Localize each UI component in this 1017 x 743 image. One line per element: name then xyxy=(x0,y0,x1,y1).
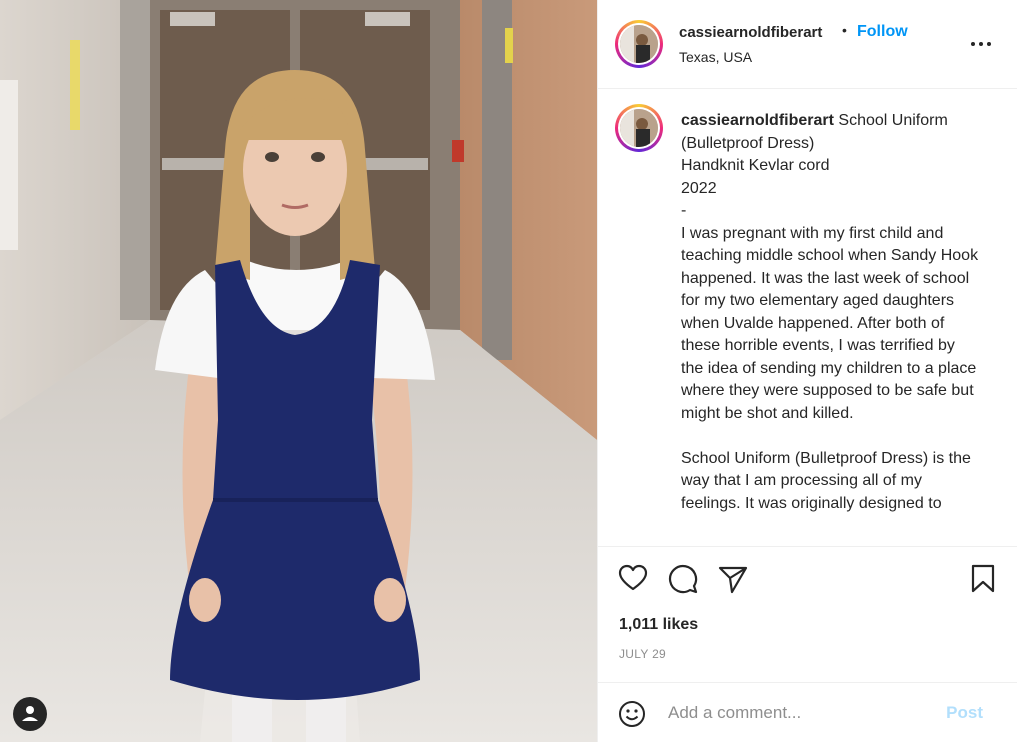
likes-count[interactable]: 1,011 likes xyxy=(619,616,698,634)
follow-button[interactable]: Follow xyxy=(857,23,908,41)
comment-input[interactable]: Add a comment... xyxy=(668,703,801,723)
user-tag-icon[interactable] xyxy=(13,697,47,731)
more-horizontal-icon[interactable] xyxy=(970,34,992,54)
caption-body: School Uniform (Bulletproof Dress) Handk… xyxy=(681,112,979,512)
post-date[interactable]: JULY 29 xyxy=(619,647,666,661)
comment-bar: Add a comment... Post xyxy=(598,682,1017,743)
header-separator: • xyxy=(842,22,847,38)
bookmark-icon[interactable] xyxy=(970,564,996,599)
post-comment-button[interactable]: Post xyxy=(946,703,983,723)
share-icon[interactable] xyxy=(718,564,748,599)
caption-username[interactable]: cassiearnoldfiberart xyxy=(681,112,834,129)
caption-avatar[interactable] xyxy=(615,104,663,152)
caption-text: cassiearnoldfiberart School Uniform (Bul… xyxy=(681,110,981,515)
post-header: cassiearnoldfiberart • Follow Texas, USA xyxy=(598,0,1017,89)
emoji-icon[interactable] xyxy=(618,700,646,733)
post-photo[interactable] xyxy=(0,0,597,742)
hallway-photo xyxy=(0,0,597,742)
header-username[interactable]: cassiearnoldfiberart xyxy=(679,24,822,41)
comment-icon[interactable] xyxy=(668,564,698,599)
action-bar: 1,011 likes JULY 29 xyxy=(598,546,1017,682)
post-location[interactable]: Texas, USA xyxy=(679,49,752,65)
post-side-panel: cassiearnoldfiberart • Follow Texas, USA… xyxy=(597,0,1017,742)
heart-icon[interactable] xyxy=(618,564,648,597)
avatar[interactable] xyxy=(615,20,663,68)
caption-area: cassiearnoldfiberart School Uniform (Bul… xyxy=(598,88,1017,547)
